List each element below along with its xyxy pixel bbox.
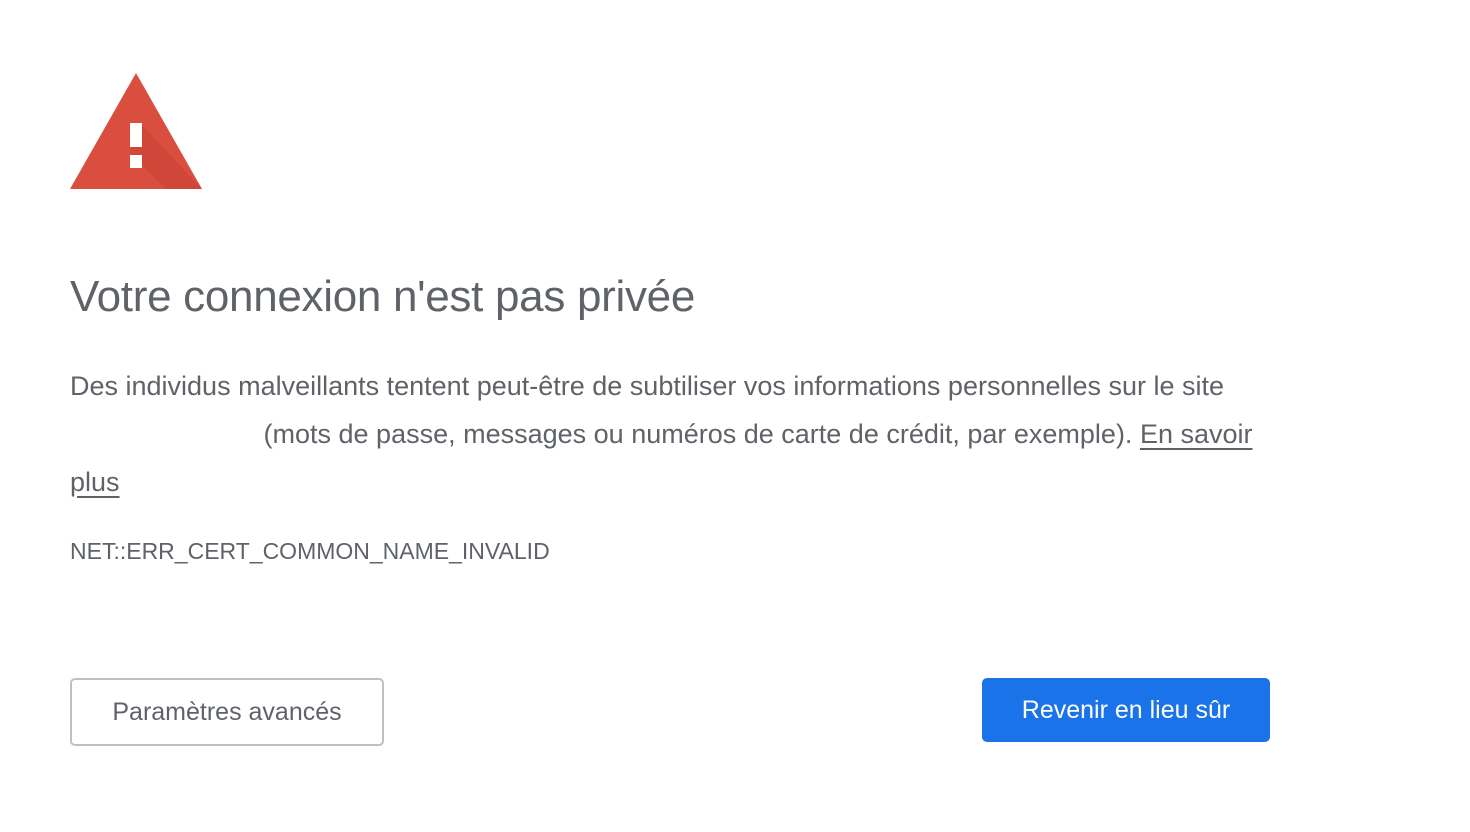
- warning-triangle-icon: [70, 73, 202, 189]
- advanced-settings-button[interactable]: Paramètres avancés: [70, 678, 384, 746]
- page-title: Votre connexion n'est pas privée: [70, 272, 695, 321]
- error-code: NET::ERR_CERT_COMMON_NAME_INVALID: [70, 538, 550, 564]
- warning-message: Des individus malveillants tentent peut-…: [70, 362, 1280, 506]
- redacted-site-name: [70, 429, 256, 443]
- interstitial-page: Votre connexion n'est pas privée Des ind…: [0, 0, 1470, 832]
- message-text-part1: Des individus malveillants tentent peut-…: [70, 371, 1225, 401]
- message-text-part2: (mots de passe, messages ou numéros de c…: [263, 419, 1133, 449]
- back-to-safety-button[interactable]: Revenir en lieu sûr: [982, 678, 1270, 742]
